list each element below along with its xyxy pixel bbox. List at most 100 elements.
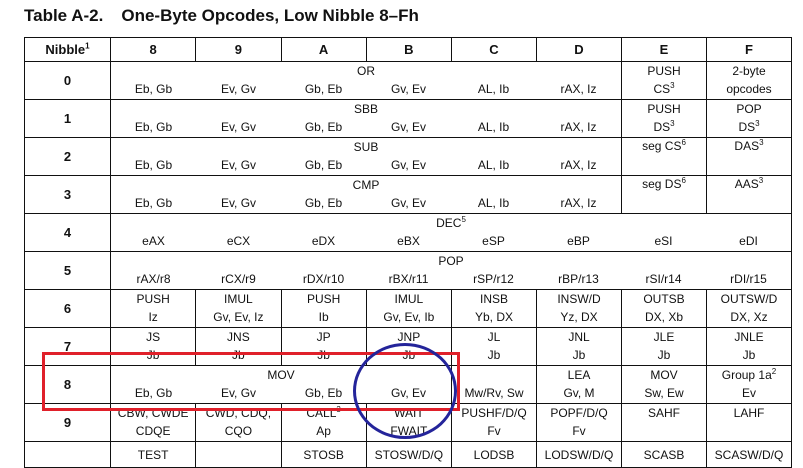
header-col-c: C	[451, 37, 537, 62]
span-cell: DEC5 eAX eCX eDX eBX eSP eBP eSI eDI	[110, 213, 792, 252]
table-row-1: 1 SBB Eb, Gb Ev, Gv Gb, Eb Gv, Ev AL, Ib…	[24, 99, 792, 138]
row-nibble: 4	[24, 213, 111, 252]
operand-cell: Ev, Gv	[220, 157, 257, 172]
operand-cell: eAX	[142, 233, 165, 248]
header-col-d: D	[536, 37, 622, 62]
opcode-cell: LODSB	[451, 441, 537, 468]
opcode-cell: JNLE Jb	[706, 327, 792, 366]
operand-cell: Gv, Ev	[390, 195, 427, 210]
cell-f: AAS3	[706, 175, 792, 214]
table-row-5: 5 POP rAX/r8 rCX/r9 rDX/r10 rBX/r11 rSP/…	[24, 251, 792, 290]
cell-e: seg CS6	[621, 137, 707, 176]
opcode-cell: SAHF	[621, 403, 707, 442]
span-label: POP	[438, 253, 464, 268]
operand-cell: Eb, Gb	[134, 157, 173, 172]
operand-cell: rSP/r12	[473, 271, 514, 286]
opcode-cell: INSB Yb, DX	[451, 289, 537, 328]
opcode-cell: SCASW/D/Q	[706, 441, 792, 468]
row-nibble: 2	[24, 137, 111, 176]
operand-cell: Gb, Eb	[304, 81, 343, 96]
span-label: DEC5	[436, 214, 466, 230]
cell-e: seg DS6	[621, 175, 707, 214]
span-label: OR	[357, 63, 375, 78]
operand-cell: eCX	[226, 233, 251, 248]
opcode-cell: JLE Jb	[621, 327, 707, 366]
table-title: Table A-2. One-Byte Opcodes, Low Nibble 8…	[24, 6, 419, 26]
operand-cell: rDX/r10	[302, 271, 345, 286]
opcode-cell: STOSW/D/Q	[365, 441, 453, 468]
span-label: SBB	[353, 101, 378, 116]
header-col-e: E	[621, 37, 707, 62]
opcode-cell: IMUL Gv, Ev, Iz	[195, 289, 282, 328]
opcode-cell: OUTSW/D DX, Xz	[706, 289, 792, 328]
operand-cell: eDX	[311, 233, 336, 248]
operand-cell: Gb, Eb	[304, 157, 343, 172]
cell-e: MOV Sw, Ew	[621, 365, 707, 404]
operand-cell: rDI/r15	[730, 271, 767, 286]
table-row-0: 0 OR Eb, Gb Ev, Gv Gb, Eb Gv, Ev AL, Ib …	[24, 61, 792, 100]
operand-cell: eSI	[654, 233, 673, 248]
span-label: CMP	[352, 177, 380, 192]
operand-cell: rAX, Iz	[560, 157, 597, 172]
row-nibble: 6	[24, 289, 111, 328]
span-cell: CMP Eb, Gb Ev, Gv Gb, Eb Gv, Ev AL, Ib r…	[110, 175, 622, 214]
header-row: Nibble1 8 9 A B C D E F	[24, 37, 792, 62]
operand-cell: rAX, Iz	[560, 119, 597, 134]
operand-cell: Eb, Gb	[134, 81, 173, 96]
header-col-a: A	[280, 37, 367, 62]
operand-cell: Ev, Gv	[220, 81, 257, 96]
operand-cell: AL, Ib	[477, 157, 510, 172]
cell-f: 2-byte opcodes	[706, 61, 792, 100]
operand-cell: Gv, Ev	[390, 119, 427, 134]
opcode-cell: PUSH Ib	[280, 289, 367, 328]
span-cell: SUB Eb, Gb Ev, Gv Gb, Eb Gv, Ev AL, Ib r…	[110, 137, 622, 176]
opcode-cell: POPF/D/Q Fv	[536, 403, 622, 442]
opcode-cell: JNL Jb	[536, 327, 622, 366]
row-nibble: 3	[24, 175, 111, 214]
opcode-cell: STOSB	[280, 441, 367, 468]
operand-cell: AL, Ib	[477, 119, 510, 134]
operand-cell: AL, Ib	[477, 81, 510, 96]
operand-cell: rSI/r14	[645, 271, 682, 286]
operand-cell: eBP	[567, 233, 590, 248]
operand-cell: rAX, Iz	[560, 195, 597, 210]
table-row-4: 4 DEC5 eAX eCX eDX eBX eSP eBP eSI eDI	[24, 213, 792, 252]
operand-cell: rAX/r8	[136, 271, 171, 286]
operand-cell: AL, Ib	[477, 195, 510, 210]
row-nibble: 0	[24, 61, 111, 100]
header-col-9: 9	[195, 37, 282, 62]
table-row-2: 2 SUB Eb, Gb Ev, Gv Gb, Eb Gv, Ev AL, Ib…	[24, 137, 792, 176]
operand-cell: Gv, Ev	[390, 157, 427, 172]
table-row-3: 3 CMP Eb, Gb Ev, Gv Gb, Eb Gv, Ev AL, Ib…	[24, 175, 792, 214]
cell-e: PUSH CS3	[621, 61, 707, 100]
cell-c: Mw/Rv, Sw	[451, 365, 537, 404]
cell-d: LEA Gv, M	[536, 365, 622, 404]
opcode-cell: IMUL Gv, Ev, Ib	[365, 289, 453, 328]
operand-cell: Gv, Ev	[390, 81, 427, 96]
highlight-circle	[353, 343, 457, 439]
opcode-cell: LAHF	[706, 403, 792, 442]
opcode-cell: LODSW/D/Q	[536, 441, 622, 468]
opcode-cell: PUSH Iz	[109, 289, 197, 328]
operand-cell: Gb, Eb	[304, 195, 343, 210]
table-row-6: 6 PUSH Iz IMUL Gv, Ev, Iz PUSH Ib IMUL Gv, E…	[24, 289, 792, 328]
header-nibble: Nibble1	[24, 37, 111, 62]
header-col-b: B	[365, 37, 453, 62]
operand-cell: Eb, Gb	[134, 119, 173, 134]
operand-cell: rBX/r11	[388, 271, 429, 286]
cell-f: POP DS3	[706, 99, 792, 138]
opcode-cell: PUSHF/D/Q Fv	[451, 403, 537, 442]
table-caption: One-Byte Opcodes, Low Nibble 8–Fh	[121, 6, 419, 25]
row-nibble: 5	[24, 251, 111, 290]
cell-f: DAS3	[706, 137, 792, 176]
operand-cell: eBX	[397, 233, 420, 248]
row-nibble: 1	[24, 99, 111, 138]
opcode-cell: INSW/D Yz, DX	[536, 289, 622, 328]
operand-cell: rCX/r9	[221, 271, 256, 286]
span-cell: SBB Eb, Gb Ev, Gv Gb, Eb Gv, Ev AL, Ib r…	[110, 99, 622, 138]
opcode-cell	[195, 441, 282, 468]
operand-cell: eDI	[739, 233, 758, 248]
opcode-cell: OUTSB DX, Xb	[621, 289, 707, 328]
opcode-cell: TEST	[109, 441, 197, 468]
header-col-f: F	[706, 37, 792, 62]
